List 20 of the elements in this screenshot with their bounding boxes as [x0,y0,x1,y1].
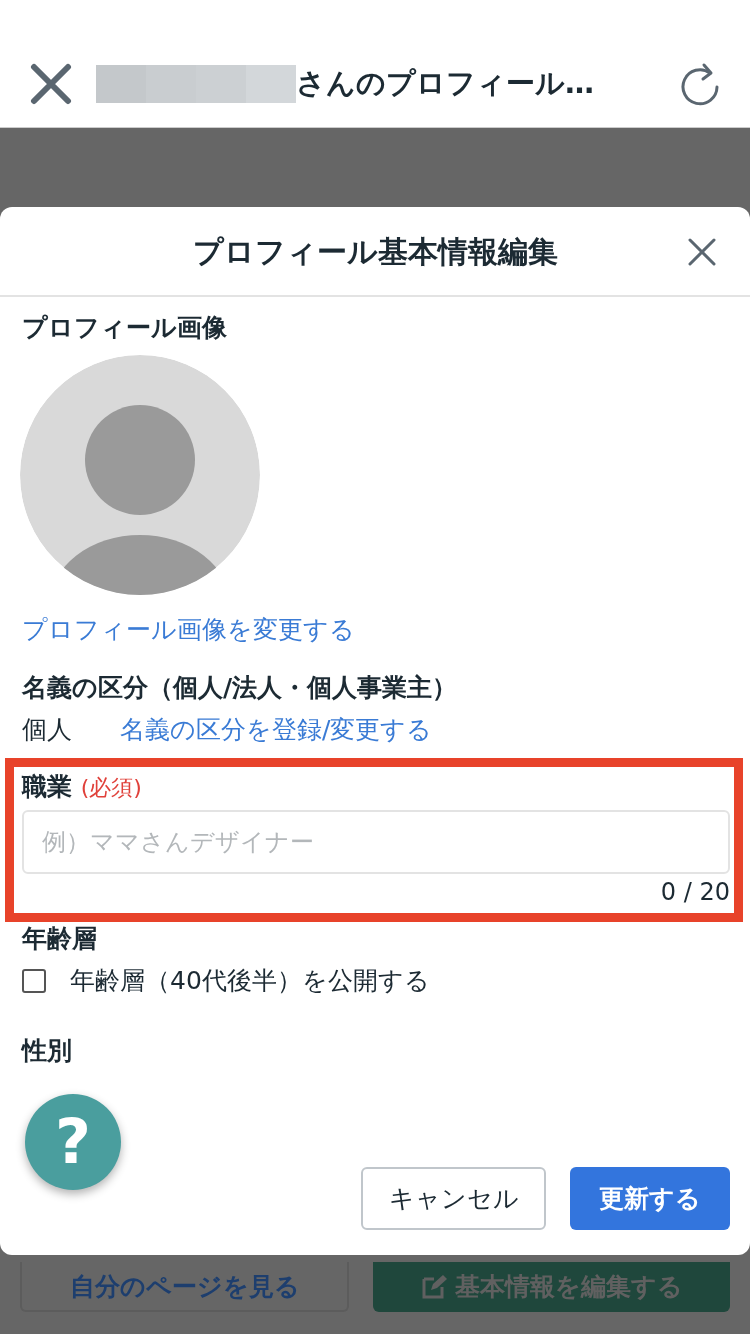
update-button[interactable]: 更新する [570,1167,730,1230]
section-label: 名義の区分（個人/法人・個人事業主） [22,672,459,703]
edit-icon [420,1274,447,1300]
section-label: 性別 [22,1035,73,1066]
cancel-button[interactable]: キャンセル [361,1167,546,1230]
character-counter: 0 / 20 [660,877,730,908]
change-account-type-link[interactable]: 名義の区分を登録/変更する [120,710,433,748]
page-title: さんのプロフィール… [296,64,594,102]
section-label: プロフィール画像 [22,313,228,343]
checkbox[interactable] [22,968,46,993]
section-label: 年齢層 [22,924,98,954]
close-icon[interactable] [688,238,716,266]
field-label: 職業 (必須) [22,772,143,802]
checkbox-label: 年齢層（40代後半）を公開する [70,965,430,997]
close-icon[interactable] [30,62,72,105]
change-image-link[interactable]: プロフィール画像を変更する [22,611,355,649]
avatar-icon [20,355,260,595]
modal-title: プロフィール基本情報編集 [192,232,558,271]
account-type-value: 個人 [22,713,72,746]
occupation-input[interactable]: 例）ママさんデザイナー [22,810,730,874]
